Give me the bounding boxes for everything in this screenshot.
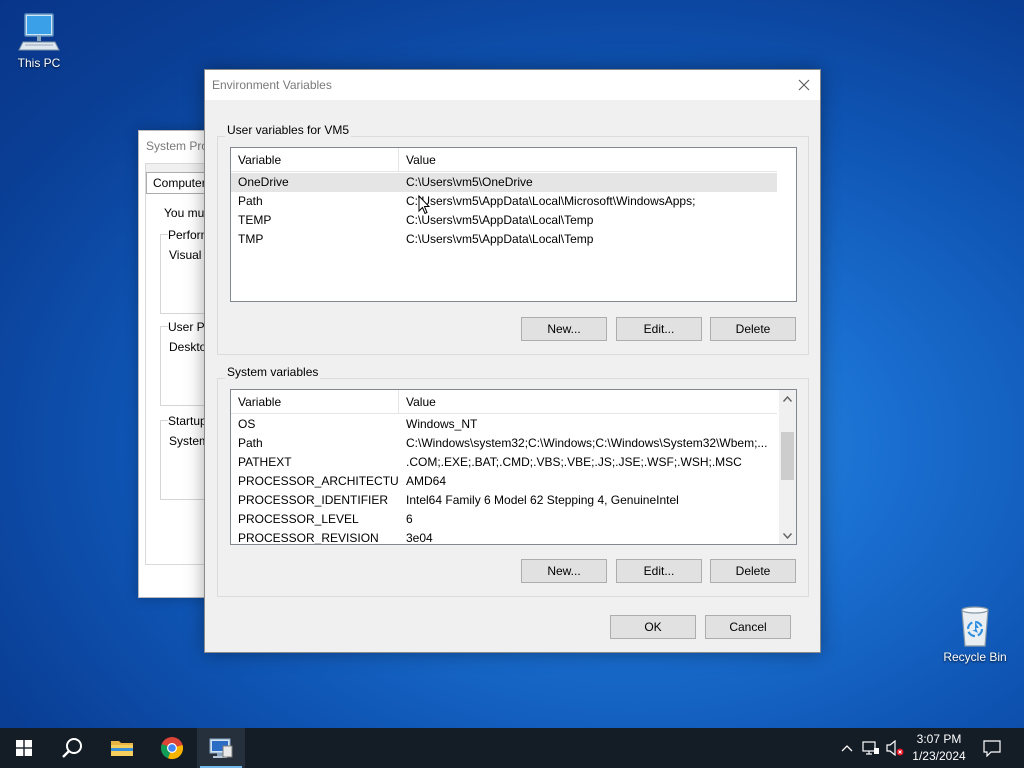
desktop-icon-label: This PC: [17, 56, 61, 70]
system-variables-label: System variables: [225, 365, 321, 379]
network-button[interactable]: [860, 728, 882, 768]
table-row[interactable]: PROCESSOR_IDENTIFIER Intel64 Family 6 Mo…: [231, 491, 777, 510]
value-cell: 3e04: [406, 531, 433, 545]
clock-time: 3:07 PM: [916, 732, 962, 746]
chevron-up-icon: [783, 395, 792, 402]
value-cell: C:\Users\vm5\AppData\Local\Temp: [406, 213, 594, 227]
chrome-button[interactable]: [148, 728, 196, 768]
table-row[interactable]: PATHEXT .COM;.EXE;.BAT;.CMD;.VBS;.VBE;.J…: [231, 453, 777, 472]
value-cell: Windows_NT: [406, 417, 478, 431]
table-row[interactable]: PROCESSOR_LEVEL 6: [231, 510, 777, 529]
computer-icon: [18, 13, 60, 51]
cancel-button[interactable]: Cancel: [705, 615, 791, 639]
value-cell: Intel64 Family 6 Model 62 Stepping 4, Ge…: [406, 493, 679, 507]
group-text: System: [169, 434, 210, 448]
ok-button[interactable]: OK: [610, 615, 696, 639]
system-properties-taskbar-button[interactable]: [197, 728, 245, 768]
scroll-down-button[interactable]: [779, 527, 796, 544]
value-cell: C:\Users\vm5\AppData\Local\Temp: [406, 232, 594, 246]
user-edit-button[interactable]: Edit...: [616, 317, 702, 341]
volume-muted-icon: [886, 740, 904, 756]
taskbar: 3:07 PM 1/23/2024: [0, 728, 1024, 768]
user-variables-list[interactable]: Variable Value OneDrive C:\Users\vm5\One…: [230, 147, 797, 302]
search-button[interactable]: [48, 728, 96, 768]
search-icon: [62, 738, 82, 758]
user-delete-button[interactable]: Delete: [710, 317, 796, 341]
value-cell: AMD64: [406, 474, 447, 488]
user-variables-label: User variables for VM5: [225, 123, 352, 137]
table-row[interactable]: Path C:\Windows\system32;C:\Windows;C:\W…: [231, 434, 777, 453]
variable-cell: PROCESSOR_REVISION: [238, 531, 379, 545]
variable-cell: OneDrive: [238, 175, 289, 189]
table-row[interactable]: TMP C:\Users\vm5\AppData\Local\Temp: [231, 230, 777, 249]
table-row[interactable]: Path C:\Users\vm5\AppData\Local\Microsof…: [231, 192, 777, 211]
variable-cell: PROCESSOR_ARCHITECTURE: [238, 474, 398, 488]
desktop-icon-this-pc[interactable]: This PC: [1, 10, 77, 70]
notification-icon: [983, 739, 1001, 757]
column-header-variable[interactable]: Variable: [231, 390, 399, 414]
table-row[interactable]: PROCESSOR_ARCHITECTURE AMD64: [231, 472, 777, 491]
system-variables-list[interactable]: Variable Value OS Windows_NT Path C:\Win…: [230, 389, 797, 545]
show-hidden-icons-button[interactable]: [838, 728, 856, 768]
variable-cell: Path: [238, 436, 263, 450]
table-row[interactable]: OS Windows_NT: [231, 415, 777, 434]
mouse-cursor-icon: [418, 195, 430, 215]
variable-cell: PROCESSOR_IDENTIFIER: [238, 493, 389, 507]
value-cell: 6: [406, 512, 413, 526]
group-label: Startup: [168, 414, 209, 428]
chevron-down-icon: [783, 532, 792, 539]
close-icon: [798, 79, 810, 91]
system-delete-button[interactable]: Delete: [710, 559, 796, 583]
value-cell: .COM;.EXE;.BAT;.CMD;.VBS;.VBE;.JS;.JSE;.…: [406, 455, 742, 469]
list-header: Variable Value: [231, 390, 777, 414]
environment-variables-dialog[interactable]: Environment Variables User variables for…: [204, 69, 821, 653]
volume-button[interactable]: [884, 728, 906, 768]
scroll-up-button[interactable]: [779, 390, 796, 407]
column-header-variable[interactable]: Variable: [231, 148, 399, 172]
chrome-icon: [161, 737, 184, 760]
variable-cell: TMP: [238, 232, 264, 246]
recycle-bin-icon: [961, 606, 989, 647]
list-header: Variable Value: [231, 148, 777, 172]
chevron-up-icon: [841, 745, 853, 752]
network-icon: [862, 741, 879, 755]
table-row[interactable]: PROCESSOR_REVISION 3e04: [231, 529, 777, 545]
title-bar[interactable]: Environment Variables: [205, 70, 820, 100]
user-new-button[interactable]: New...: [521, 317, 607, 341]
system-edit-button[interactable]: Edit...: [616, 559, 702, 583]
variable-cell: OS: [238, 417, 256, 431]
value-cell: C:\Users\vm5\AppData\Local\Microsoft\Win…: [406, 194, 696, 208]
variable-cell: PROCESSOR_LEVEL: [238, 512, 359, 526]
start-button[interactable]: [0, 728, 48, 768]
notification-button[interactable]: [978, 728, 1006, 768]
start-icon: [16, 740, 32, 756]
dialog-title: Environment Variables: [212, 78, 332, 92]
variable-cell: PATHEXT: [238, 455, 292, 469]
value-cell: C:\Windows\system32;C:\Windows;C:\Window…: [406, 436, 768, 450]
variable-cell: Path: [238, 194, 263, 208]
system-properties-icon: [209, 738, 233, 758]
file-explorer-icon: [111, 741, 133, 756]
clock-date: 1/23/2024: [912, 749, 966, 763]
file-explorer-button[interactable]: [98, 728, 146, 768]
vertical-scrollbar[interactable]: [779, 390, 796, 544]
desktop-icon-recycle-bin[interactable]: Recycle Bin: [937, 602, 1013, 664]
system-new-button[interactable]: New...: [521, 559, 607, 583]
table-row[interactable]: TEMP C:\Users\vm5\AppData\Local\Temp: [231, 211, 777, 230]
table-row[interactable]: OneDrive C:\Users\vm5\OneDrive: [231, 173, 777, 192]
desktop-icon-label: Recycle Bin: [943, 650, 1007, 664]
column-header-value[interactable]: Value: [399, 148, 777, 172]
variable-cell: TEMP: [238, 213, 272, 227]
value-cell: C:\Users\vm5\OneDrive: [406, 175, 533, 189]
column-header-value[interactable]: Value: [399, 390, 777, 414]
scroll-thumb[interactable]: [781, 432, 794, 480]
clock[interactable]: 3:07 PM 1/23/2024: [904, 731, 974, 765]
close-button[interactable]: [788, 70, 820, 100]
